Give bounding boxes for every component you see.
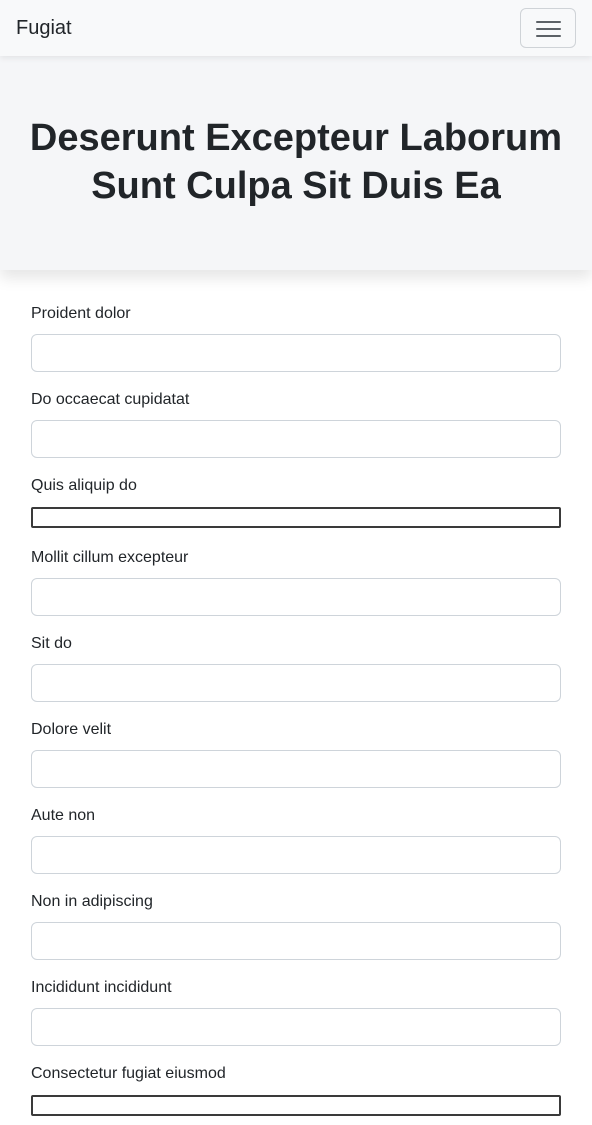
field-label-aute-non: Aute non <box>31 807 96 824</box>
field-label-do-occaecat-cupidatat: Do occaecat cupidatat <box>31 391 190 408</box>
quis-aliquip-do-input[interactable] <box>31 507 561 528</box>
aute-non-input[interactable] <box>31 836 561 874</box>
field-label-quis-aliquip-do: Quis aliquip do <box>31 477 137 494</box>
dolore-velit-input[interactable] <box>31 750 561 788</box>
sit-do-input[interactable] <box>31 664 561 702</box>
consectetur-fugiat-eiusmod-input[interactable] <box>31 1095 561 1116</box>
do-occaecat-cupidatat-input[interactable] <box>31 420 561 458</box>
mollit-cillum-excepteur-input[interactable] <box>31 578 561 616</box>
field-label-proident-dolor: Proident dolor <box>31 305 131 322</box>
navbar-brand[interactable]: Fugiat <box>16 16 72 40</box>
field-label-sit-do: Sit do <box>31 635 72 652</box>
hero-section: Deserunt Excepteur Laborum Sunt Culpa Si… <box>0 56 592 270</box>
incididunt-incididunt-input[interactable] <box>31 1008 561 1046</box>
non-in-adipiscing-input[interactable] <box>31 922 561 960</box>
field-label-dolore-velit: Dolore velit <box>31 721 112 738</box>
field-label-incididunt-incididunt: Incididunt incididunt <box>31 979 172 996</box>
navbar-toggler-button[interactable] <box>520 8 576 48</box>
field-label-non-in-adipiscing: Non in adipiscing <box>31 893 153 910</box>
page-title: Deserunt Excepteur Laborum Sunt Culpa Si… <box>29 117 563 207</box>
proident-dolor-input[interactable] <box>31 334 561 372</box>
navbar: Fugiat <box>0 0 592 56</box>
field-label-consectetur-fugiat-eiusmod: Consectetur fugiat eiusmod <box>31 1065 226 1082</box>
field-label-mollit-cillum-excepteur: Mollit cillum excepteur <box>31 549 189 566</box>
